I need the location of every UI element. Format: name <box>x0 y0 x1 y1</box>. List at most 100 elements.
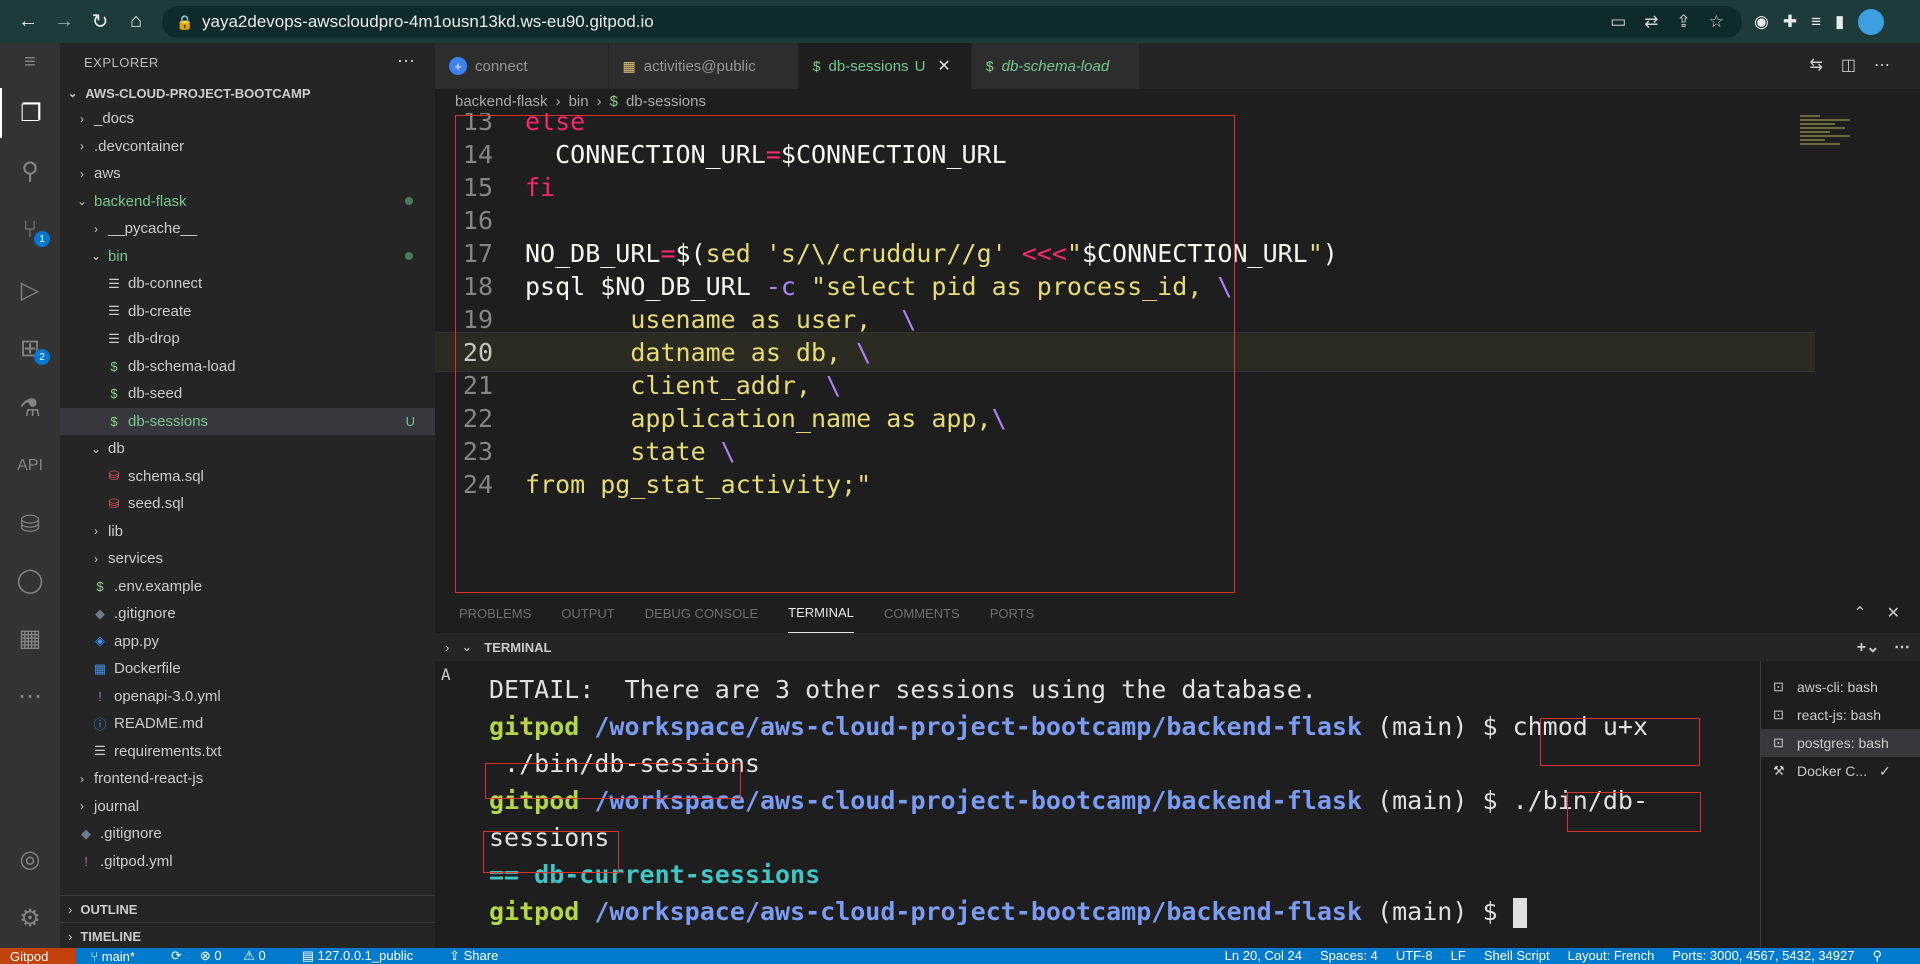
code-editor[interactable]: 13 else 14 CONNECTION_URL=$CONNECTION_URL 1… <box>435 113 1920 593</box>
timeline-section[interactable]: › TIMELINE <box>60 922 435 949</box>
notifications-icon[interactable]: ⚲ <box>1872 948 1882 964</box>
tab-ports[interactable]: PORTS <box>990 593 1035 633</box>
terminal-item-postgres[interactable]: ⊡ postgres: bash <box>1761 729 1920 757</box>
tab-activities[interactable]: ▦ activities@public <box>608 43 799 89</box>
tree-item[interactable]: ! .gitpod.yml <box>60 848 435 876</box>
sync-icon[interactable]: ⟳ <box>171 948 182 964</box>
new-terminal-icon[interactable]: +⌄ <box>1857 639 1880 656</box>
bookmark-star-icon[interactable]: ☆ <box>1709 12 1724 32</box>
api-icon[interactable]: API <box>0 441 60 491</box>
menu-icon[interactable]: ≡ <box>0 43 60 81</box>
editor-more-icon[interactable]: ⋯ <box>1874 55 1890 75</box>
github-icon[interactable]: ◯ <box>0 555 60 605</box>
tab-db-schema-load[interactable]: $ db-schema-load <box>971 43 1141 89</box>
minimap[interactable] <box>1800 113 1880 173</box>
outline-section[interactable]: › OUTLINE <box>60 895 435 922</box>
chevron-right-icon[interactable]: › <box>445 640 449 655</box>
testing-icon[interactable]: ⚗ <box>0 383 60 433</box>
close-icon[interactable]: ✕ <box>937 56 950 76</box>
tab-output[interactable]: OUTPUT <box>561 593 614 633</box>
puzzle-icon[interactable]: ✚ <box>1783 12 1797 32</box>
tree-item[interactable]: ☰ db-drop <box>60 325 435 353</box>
keyboard-layout[interactable]: Layout: French <box>1568 948 1655 964</box>
tree-item[interactable]: ⛁ schema.sql <box>60 463 435 491</box>
tree-item[interactable]: ◆ .gitignore <box>60 820 435 848</box>
tree-item[interactable]: ⌄ bin <box>60 243 435 271</box>
tree-item[interactable]: ◆ .gitignore <box>60 600 435 628</box>
sidepanel-icon[interactable]: ▮ <box>1835 12 1844 32</box>
media-icon[interactable]: ≡ <box>1811 12 1821 32</box>
tree-item[interactable]: ☰ db-create <box>60 298 435 326</box>
search-icon[interactable]: ⚲ <box>0 146 60 196</box>
tree-item[interactable]: › aws <box>60 160 435 188</box>
more-icon[interactable]: ⋯ <box>0 671 60 721</box>
breadcrumb-item[interactable]: bin <box>569 93 589 110</box>
extensions-icon[interactable]: ⊞ 2 <box>0 323 60 373</box>
forward-icon[interactable]: → <box>46 4 82 40</box>
tree-item[interactable]: › frontend-react-js <box>60 765 435 793</box>
tree-item[interactable]: ⌄ db <box>60 435 435 463</box>
db-connection-item[interactable]: ▤ 127.0.0.1_public <box>302 948 431 964</box>
cursor-position[interactable]: Ln 20, Col 24 <box>1225 948 1302 964</box>
tree-item[interactable]: › services <box>60 545 435 573</box>
tree-item[interactable]: › _docs <box>60 105 435 133</box>
workspace-root[interactable]: ⌄ AWS-CLOUD-PROJECT-BOOTCAMP <box>60 81 435 105</box>
tab-problems[interactable]: PROBLEMS <box>459 593 531 633</box>
tree-item[interactable]: › lib <box>60 518 435 546</box>
docker-icon[interactable]: ▦ <box>0 613 60 663</box>
tree-item[interactable]: › __pycache__ <box>60 215 435 243</box>
line-ending[interactable]: LF <box>1451 948 1466 964</box>
tree-item[interactable]: › journal <box>60 793 435 821</box>
compare-icon[interactable]: ⇆ <box>1809 55 1822 75</box>
encoding[interactable]: UTF-8 <box>1396 948 1433 964</box>
terminal-section-header[interactable]: › ⌄ TERMINAL +⌄ ⋯ <box>435 633 1920 661</box>
cast-icon[interactable]: ▭ <box>1610 12 1626 32</box>
maximize-panel-icon[interactable]: ⌃ <box>1853 603 1866 623</box>
tree-item[interactable]: ⛁ seed.sql <box>60 490 435 518</box>
avatar[interactable] <box>1858 8 1885 35</box>
tree-item[interactable]: ☰ requirements.txt <box>60 738 435 766</box>
tree-item[interactable]: ⌄ backend-flask <box>60 188 435 216</box>
url-text[interactable]: yaya2devops-awscloudpro-4m1ousn13kd.ws-e… <box>202 12 1610 32</box>
close-panel-icon[interactable]: ✕ <box>1887 603 1900 623</box>
breadcrumb-item[interactable]: backend-flask <box>455 93 548 110</box>
terminal-item-aws-cli[interactable]: ⊡ aws-cli: bash <box>1761 673 1920 701</box>
tree-item[interactable]: $ db-schema-load <box>60 353 435 381</box>
run-debug-icon[interactable]: ▷ <box>0 265 60 315</box>
problems-item[interactable]: ⊗ 0 ⚠ 0 <box>200 948 284 964</box>
tree-item[interactable]: › .devcontainer <box>60 133 435 161</box>
reload-icon[interactable]: ↻ <box>82 4 118 40</box>
breadcrumb-item[interactable]: db-sessions <box>626 93 706 110</box>
database-icon[interactable]: ⛁ <box>0 499 60 549</box>
extension-icon[interactable]: ◉ <box>1754 12 1769 32</box>
source-control-icon[interactable]: ⑂ 1 <box>0 205 60 255</box>
tab-debug-console[interactable]: DEBUG CONSOLE <box>645 593 758 633</box>
tree-item[interactable]: ☰ db-connect <box>60 270 435 298</box>
account-icon[interactable]: ◎ <box>0 834 60 884</box>
explorer-more-icon[interactable]: ⋯ <box>397 51 415 72</box>
ports-item[interactable]: Ports: 3000, 4567, 5432, 34927 <box>1672 948 1854 964</box>
tab-db-sessions[interactable]: $ db-sessions U ✕ <box>798 43 972 89</box>
tree-item[interactable]: ◈ app.py <box>60 628 435 656</box>
branch-item[interactable]: ⑂ main* <box>90 949 153 964</box>
indentation[interactable]: Spaces: 4 <box>1320 948 1378 964</box>
tree-item[interactable]: $ db-sessions U <box>60 407 435 435</box>
share-item[interactable]: ⇪ Share <box>449 948 516 964</box>
terminal-item-docker[interactable]: ⚒ Docker C... ✓ <box>1761 757 1920 785</box>
gitpod-button[interactable]: Gitpod <box>0 948 77 964</box>
tree-item[interactable]: $ db-seed <box>60 380 435 408</box>
home-icon[interactable]: ⌂ <box>118 4 154 40</box>
terminal-more-icon[interactable]: ⋯ <box>1894 639 1910 656</box>
tree-item[interactable]: ▦ Dockerfile <box>60 655 435 683</box>
split-editor-icon[interactable]: ◫ <box>1841 55 1856 75</box>
language-mode[interactable]: Shell Script <box>1484 948 1550 964</box>
tree-item[interactable]: ⓘ README.md <box>60 710 435 738</box>
terminal-item-react-js[interactable]: ⊡ react-js: bash <box>1761 701 1920 729</box>
tree-item[interactable]: ! openapi-3.0.yml <box>60 683 435 711</box>
lock-icon[interactable]: 🔒 <box>176 14 193 30</box>
translate-icon[interactable]: ⇄ <box>1644 12 1658 32</box>
terminal[interactable]: A DETAIL: There are 3 other sessions usi… <box>435 661 1760 948</box>
tab-comments[interactable]: COMMENTS <box>884 593 960 633</box>
settings-gear-icon[interactable]: ⚙ <box>0 893 60 943</box>
tab-connect[interactable]: + connect <box>435 43 609 89</box>
